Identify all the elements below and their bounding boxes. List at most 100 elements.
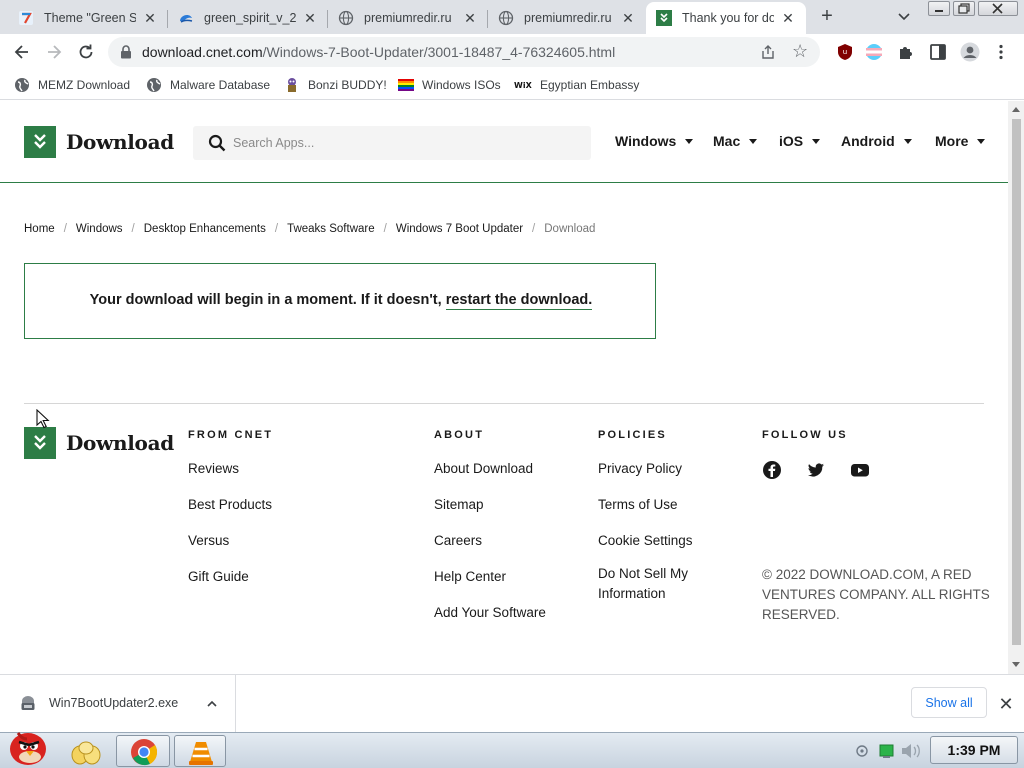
url-host: download.cnet.com <box>142 44 263 60</box>
nav-android[interactable]: Android <box>841 133 912 149</box>
system-tray <box>856 744 920 758</box>
profile-avatar-icon[interactable] <box>960 42 980 62</box>
footer-link-add-your-software[interactable]: Add Your Software <box>434 604 546 622</box>
address-bar[interactable]: download.cnet.com/Windows-7-Boot-Updater… <box>108 37 820 67</box>
footer-download-logo[interactable]: Download <box>24 427 174 459</box>
bookmark-malware-database[interactable]: Malware Database <box>146 76 270 94</box>
restore-button[interactable] <box>953 1 975 16</box>
extensions-puzzle-icon[interactable] <box>897 43 915 61</box>
breadcrumb-windows[interactable]: Windows <box>76 223 123 235</box>
caret-down-icon <box>685 138 694 144</box>
footer-link-versus[interactable]: Versus <box>188 532 273 550</box>
tab-title: Theme "Green Sp <box>44 11 136 25</box>
facebook-icon[interactable] <box>762 460 782 480</box>
reload-icon[interactable] <box>76 42 96 62</box>
kebab-menu-icon[interactable] <box>994 43 1008 61</box>
scroll-down-arrow-icon[interactable] <box>1012 662 1020 667</box>
footer-link-gift-guide[interactable]: Gift Guide <box>188 568 273 586</box>
lock-icon[interactable] <box>120 45 132 59</box>
globe-icon <box>338 10 354 26</box>
footer-divider <box>24 403 984 404</box>
back-arrow-icon[interactable] <box>12 42 32 62</box>
nav-mac[interactable]: Mac <box>713 133 758 149</box>
explorer-folder-icon[interactable] <box>68 735 104 767</box>
minimize-button[interactable] <box>928 1 950 16</box>
copyright-text: © 2022 DOWNLOAD.COM, A RED VENTURES COMP… <box>762 567 990 622</box>
tab-theme-green-spirit[interactable]: Theme "Green Sp ✕ <box>8 2 168 34</box>
breadcrumb-tweaks-software[interactable]: Tweaks Software <box>287 223 375 235</box>
tab-close-icon[interactable]: ✕ <box>462 10 478 26</box>
url-path: /Windows-7-Boot-Updater/3001-18487_4-763… <box>262 44 616 60</box>
forward-arrow-icon[interactable] <box>44 42 64 62</box>
tab-close-icon[interactable]: ✕ <box>142 10 158 26</box>
taskbar-clock[interactable]: 1:39 PM <box>930 736 1018 764</box>
bookmark-windows-isos[interactable]: Windows ISOs <box>398 76 501 94</box>
footer-link-privacy-policy[interactable]: Privacy Policy <box>598 460 718 478</box>
footer-link-best-products[interactable]: Best Products <box>188 496 273 514</box>
breadcrumb: Home / Windows / Desktop Enhancements / Twe… <box>24 223 596 235</box>
globe-icon <box>498 10 514 26</box>
tab-close-icon[interactable]: ✕ <box>302 10 318 26</box>
footer-link-help-center[interactable]: Help Center <box>434 568 546 586</box>
close-shelf-icon[interactable]: ✕ <box>996 694 1016 714</box>
bookmark-label: Windows ISOs <box>422 78 501 92</box>
chevron-up-icon[interactable] <box>205 697 219 711</box>
footer-link-cookie-settings[interactable]: Cookie Settings <box>598 532 718 550</box>
taskbar-chrome[interactable] <box>116 735 170 767</box>
footer-link-reviews[interactable]: Reviews <box>188 460 273 478</box>
page-viewport: Download Windows Mac iOS Android More Ho… <box>0 101 1008 674</box>
search-input[interactable] <box>233 126 573 160</box>
new-tab-button[interactable]: + <box>816 6 838 28</box>
footer-link-sitemap[interactable]: Sitemap <box>434 496 546 514</box>
footer-col-follow-us: FOLLOW US © 2022 DOWNLOAD.COM, A RED VEN… <box>762 429 994 625</box>
bookmark-star-icon[interactable]: ☆ <box>792 42 808 60</box>
breadcrumb-desktop-enhancements[interactable]: Desktop Enhancements <box>144 223 266 235</box>
bookmark-memz-download[interactable]: MEMZ Download <box>14 76 130 94</box>
tab-search-chevron-icon[interactable] <box>894 8 914 26</box>
breadcrumb-home[interactable]: Home <box>24 223 55 235</box>
caret-down-icon <box>903 138 912 144</box>
bookmark-egyptian-embassy[interactable]: WiX Egyptian Embassy <box>514 76 639 94</box>
side-panel-icon[interactable] <box>929 43 947 61</box>
close-window-button[interactable] <box>978 1 1018 16</box>
tray-clock-icon <box>856 745 868 757</box>
tab-thank-you-download[interactable]: Thank you for do ✕ <box>646 2 806 34</box>
tab-premiumredir-1[interactable]: premiumredir.ru ✕ <box>328 2 488 34</box>
tab-close-icon[interactable]: ✕ <box>620 10 636 26</box>
footer-link-about-download[interactable]: About Download <box>434 460 546 478</box>
logo-wordmark: Download <box>66 431 174 455</box>
breadcrumb-windows-7-boot-updater[interactable]: Windows 7 Boot Updater <box>396 223 523 235</box>
cloud-favicon-icon <box>180 15 193 23</box>
tab-close-icon[interactable]: ✕ <box>780 10 796 26</box>
footer-link-terms-of-use[interactable]: Terms of Use <box>598 496 718 514</box>
youtube-icon[interactable] <box>850 460 870 480</box>
nav-more[interactable]: More <box>935 133 986 149</box>
svg-text:WiX: WiX <box>514 81 532 90</box>
caret-down-icon <box>977 138 986 144</box>
bookmark-label: Malware Database <box>170 78 271 92</box>
ublock-extension-icon[interactable]: u <box>836 43 854 61</box>
bookmark-bonzi-buddy[interactable]: Bonzi BUDDY! <box>284 76 387 94</box>
tab-title: Thank you for do <box>682 11 774 25</box>
tab-premiumredir-2[interactable]: premiumredir.ru ✕ <box>488 2 646 34</box>
scrollbar-thumb[interactable] <box>1012 119 1021 645</box>
download-logo[interactable]: Download <box>24 126 174 158</box>
installer-file-icon <box>21 696 35 710</box>
twitter-icon[interactable] <box>806 460 826 480</box>
search-box[interactable] <box>193 126 591 160</box>
taskbar-vlc[interactable] <box>174 735 226 767</box>
footer-link-do-not-sell[interactable]: Do Not Sell My Information <box>598 564 718 604</box>
page-scrollbar[interactable] <box>1008 101 1024 674</box>
nav-windows[interactable]: Windows <box>615 133 694 149</box>
share-icon[interactable] <box>760 44 776 60</box>
footer-link-careers[interactable]: Careers <box>434 532 546 550</box>
vlc-icon <box>189 742 213 765</box>
trans-flag-extension-icon[interactable] <box>865 43 883 61</box>
scroll-up-arrow-icon[interactable] <box>1012 107 1020 112</box>
show-all-downloads-button[interactable]: Show all <box>911 687 987 718</box>
tab-green-spirit-file[interactable]: green_spirit_v_2.r ✕ <box>168 2 328 34</box>
angry-bird-start-icon[interactable] <box>4 723 50 767</box>
nav-ios[interactable]: iOS <box>779 133 821 149</box>
url-text[interactable]: download.cnet.com/Windows-7-Boot-Updater… <box>142 44 615 60</box>
restart-download-link[interactable]: restart the download. <box>445 292 593 310</box>
